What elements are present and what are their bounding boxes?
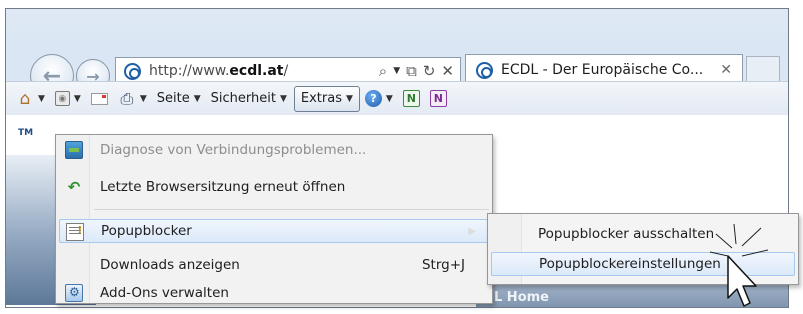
help-dropdown-icon[interactable]: ▼ bbox=[386, 94, 393, 104]
home-button[interactable]: ⌂ ▼ bbox=[16, 88, 45, 109]
tools-menu: Diagnose von Verbindungsproblemen... ↶ L… bbox=[55, 134, 493, 304]
page-menu-caret-icon: ▼ bbox=[193, 93, 201, 104]
menu-item-manage-addons[interactable]: Add-Ons verwalten bbox=[59, 281, 489, 305]
menu-item-label: Popupblockereinstellungen bbox=[539, 256, 721, 272]
menu-separator bbox=[94, 209, 489, 210]
safety-menu-caret-icon: ▼ bbox=[279, 93, 287, 104]
site-favicon-icon bbox=[124, 62, 141, 80]
navigation-bar: ← → http://www.ecdl.at/ ⌕ ▼ ⧉ ↻ ✕ ECDL -… bbox=[6, 9, 788, 98]
menu-item-view-downloads[interactable]: Downloads anzeigen Strg+J bbox=[59, 253, 489, 277]
submenu-arrow-icon: ▶ bbox=[468, 225, 476, 237]
onenote-button[interactable]: N bbox=[429, 90, 447, 107]
onenote-linked-icon: N bbox=[402, 90, 420, 107]
menu-item-label: Downloads anzeigen bbox=[100, 257, 240, 273]
stop-icon[interactable]: ✕ bbox=[441, 62, 454, 80]
home-dropdown-icon[interactable]: ▼ bbox=[38, 94, 45, 104]
menu-item-label: Popupblocker ausschalten bbox=[538, 226, 715, 242]
popup-blocker-icon bbox=[66, 223, 84, 241]
trademark-text: TM bbox=[18, 128, 34, 138]
menu-item-diagnose-connection[interactable]: Diagnose von Verbindungsproblemen... bbox=[59, 138, 489, 162]
print-button[interactable]: ⎙ ▼ bbox=[118, 88, 147, 108]
tab-favicon-icon bbox=[476, 61, 493, 79]
search-icon[interactable]: ⌕ bbox=[379, 62, 387, 80]
mail-icon bbox=[90, 92, 108, 105]
feeds-dropdown-icon[interactable]: ▼ bbox=[74, 94, 81, 104]
menu-item-label: Popupblocker bbox=[101, 223, 192, 239]
mail-button[interactable] bbox=[90, 92, 108, 105]
menu-item-shortcut: Strg+J bbox=[421, 257, 465, 273]
menu-item-popup-blocker-settings[interactable]: Popupblockereinstellungen bbox=[491, 252, 795, 276]
manage-addons-icon bbox=[65, 284, 83, 302]
address-bar-tools: ⌕ ▼ ⧉ ↻ ✕ bbox=[379, 62, 454, 80]
home-icon: ⌂ bbox=[19, 88, 31, 109]
url-text[interactable]: http://www.ecdl.at/ bbox=[149, 63, 288, 79]
compatibility-view-icon[interactable]: ⧉ bbox=[406, 62, 417, 80]
page-home-bar[interactable]: L Home bbox=[476, 285, 788, 307]
menu-item-popup-blocker[interactable]: Popupblocker ▶ bbox=[59, 219, 489, 243]
tab-title: ECDL - Der Europäische Co... bbox=[501, 62, 704, 78]
search-dropdown-icon[interactable]: ▼ bbox=[393, 66, 400, 76]
help-icon: ? bbox=[364, 90, 382, 107]
menu-item-label: Add-Ons verwalten bbox=[100, 285, 229, 301]
print-icon: ⎙ bbox=[120, 88, 134, 108]
safety-menu-label: Sicherheit bbox=[210, 91, 276, 106]
reopen-session-icon: ↶ bbox=[67, 178, 81, 196]
popup-blocker-submenu: Popupblocker ausschalten Popupblockerein… bbox=[487, 213, 799, 285]
refresh-icon[interactable]: ↻ bbox=[423, 62, 436, 80]
network-diagnose-icon bbox=[65, 141, 83, 159]
menu-item-reopen-session[interactable]: ↶ Letzte Browsersitzung erneut öffnen bbox=[59, 175, 489, 199]
page-menu-button[interactable]: Seite ▼ bbox=[157, 91, 201, 106]
tools-menu-button[interactable]: Extras ▼ bbox=[293, 85, 360, 112]
onenote-send-button[interactable]: N bbox=[402, 90, 420, 107]
safety-menu-button[interactable]: Sicherheit ▼ bbox=[211, 91, 287, 106]
menu-item-disable-popup-blocker[interactable]: Popupblocker ausschalten bbox=[491, 222, 795, 246]
page-home-link[interactable]: L Home bbox=[494, 290, 549, 305]
feed-icon: ◉ bbox=[54, 91, 70, 106]
print-dropdown-icon[interactable]: ▼ bbox=[140, 94, 147, 104]
tools-menu-label: Extras bbox=[300, 91, 342, 106]
tools-menu-caret-icon: ▼ bbox=[345, 93, 353, 104]
menu-item-label: Letzte Browsersitzung erneut öffnen bbox=[100, 179, 346, 195]
feeds-button[interactable]: ◉ ▼ bbox=[54, 91, 81, 106]
help-button[interactable]: ? ▼ bbox=[364, 90, 393, 107]
onenote-icon: N bbox=[429, 90, 447, 107]
menu-item-label: Diagnose von Verbindungsproblemen... bbox=[100, 142, 367, 158]
page-menu-label: Seite bbox=[156, 91, 190, 106]
close-tab-icon[interactable]: ✕ bbox=[720, 62, 732, 78]
command-bar: ⌂ ▼ ◉ ▼ ⎙ ▼ Seite ▼ Sicherheit ▼ Extras … bbox=[6, 81, 788, 115]
